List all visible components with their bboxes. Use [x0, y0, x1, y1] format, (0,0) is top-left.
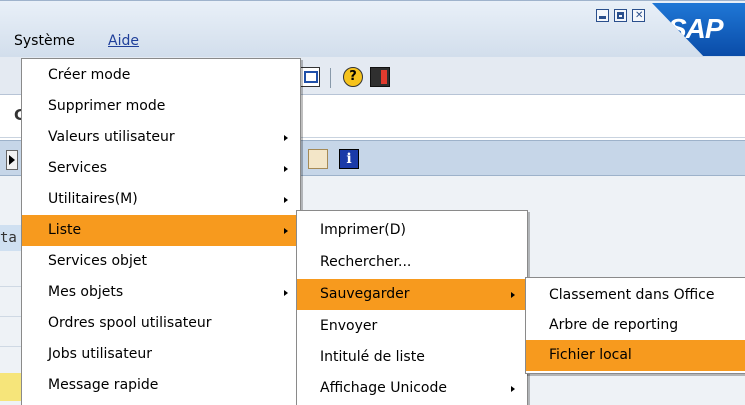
maximize-button[interactable] [614, 9, 627, 22]
menu-item-creer-mode[interactable]: Créer mode [22, 60, 300, 91]
menu-item-intitule-de-liste[interactable]: Intitulé de liste [297, 342, 527, 373]
menu-item-liste[interactable]: Liste [22, 215, 300, 246]
menubar-item-systeme[interactable]: Système [14, 33, 75, 49]
info-icon[interactable]: i [339, 149, 359, 169]
close-button[interactable]: ✕ [632, 9, 645, 22]
menu-item-label: Arbre de reporting [549, 317, 679, 333]
execute-arrow-icon[interactable] [6, 150, 18, 170]
menubar-item-aide[interactable]: Aide [108, 33, 139, 49]
menu-item-valeurs-utilisateur[interactable]: Valeurs utilisateur [22, 122, 300, 153]
menu-item-label: Ordres spool utilisateur [48, 315, 212, 331]
submenu-arrow-icon [284, 135, 288, 141]
menu-item-label: Imprimer(D) [320, 222, 407, 238]
menu-item-label: Mes objets [48, 284, 124, 300]
menu-item-sauvegarder[interactable]: Sauvegarder [297, 279, 527, 310]
menu-item-label: Liste [48, 222, 82, 238]
menu-item-label: Valeurs utilisateur [48, 129, 175, 145]
toolbar-separator [330, 68, 331, 88]
sauvegarder-submenu: Classement dans Office Arbre de reportin… [525, 277, 745, 374]
help-icon[interactable]: ? [343, 67, 363, 87]
menu-item-label: Jobs utilisateur [48, 346, 152, 362]
submenu-arrow-icon [284, 197, 288, 203]
menu-item-utilitaires[interactable]: Utilitaires(M) [22, 184, 300, 215]
submenu-arrow-icon [511, 386, 515, 392]
menu-item-label: Services objet [48, 253, 147, 269]
layout-icon[interactable] [370, 67, 390, 87]
menu-item-fichier-local[interactable]: Fichier local [526, 340, 745, 371]
menu-item-label: Rechercher... [320, 254, 412, 270]
menu-item-label: Message rapide [48, 377, 159, 393]
submenu-arrow-icon [284, 290, 288, 296]
menu-item-affichage-unicode[interactable]: Affichage Unicode [297, 373, 527, 404]
menu-item-label: Services [48, 160, 108, 176]
minimize-icon [599, 16, 606, 19]
sap-logo-text: SAP [668, 13, 724, 44]
menu-item-message-rapide[interactable]: Message rapide [22, 370, 300, 401]
menu-item-label: Créer mode [48, 67, 131, 83]
menu-item-label: Envoyer [320, 318, 378, 334]
liste-submenu: Imprimer(D) Rechercher... Sauvegarder En… [296, 210, 528, 405]
submenu-arrow-icon [284, 228, 288, 234]
minimize-button[interactable] [596, 9, 609, 22]
submenu-arrow-icon [511, 292, 515, 298]
menu-item-rechercher[interactable]: Rechercher... [297, 247, 527, 278]
menu-item-ordres-spool[interactable]: Ordres spool utilisateur [22, 308, 300, 339]
menu-item-classement-office[interactable]: Classement dans Office [526, 280, 745, 311]
maximize-icon [617, 12, 624, 19]
menu-item-services-objet[interactable]: Services objet [22, 246, 300, 277]
sap-logo: SAP [652, 3, 745, 56]
menu-item-label: Fichier local [549, 347, 632, 363]
menu-item-label: Sauvegarder [320, 286, 410, 302]
window-icon[interactable] [300, 67, 320, 87]
menu-item-label: Classement dans Office [549, 287, 715, 303]
menu-item-services[interactable]: Services [22, 153, 300, 184]
menu-item-envoyer[interactable]: Envoyer [297, 311, 527, 342]
menu-item-label: Affichage Unicode [320, 380, 447, 396]
close-icon: ✕ [635, 10, 644, 21]
menu-item-mes-objets[interactable]: Mes objets [22, 277, 300, 308]
menu-item-supprimer-mode[interactable]: Supprimer mode [22, 91, 300, 122]
menu-item-label: Supprimer mode [48, 98, 166, 114]
menu-item-label: Utilitaires(M) [48, 191, 138, 207]
menu-item-label: Intitulé de liste [320, 349, 425, 365]
menu-item-imprimer[interactable]: Imprimer(D) [297, 215, 527, 246]
systeme-menu: Créer mode Supprimer mode Valeurs utilis… [21, 58, 301, 405]
menu-item-jobs-utilisateur[interactable]: Jobs utilisateur [22, 339, 300, 370]
grid-icon[interactable] [308, 149, 328, 169]
menu-item-arbre-reporting[interactable]: Arbre de reporting [526, 310, 745, 341]
submenu-arrow-icon [284, 166, 288, 172]
title-bar: Système Aide ✕ SAP [0, 0, 745, 57]
